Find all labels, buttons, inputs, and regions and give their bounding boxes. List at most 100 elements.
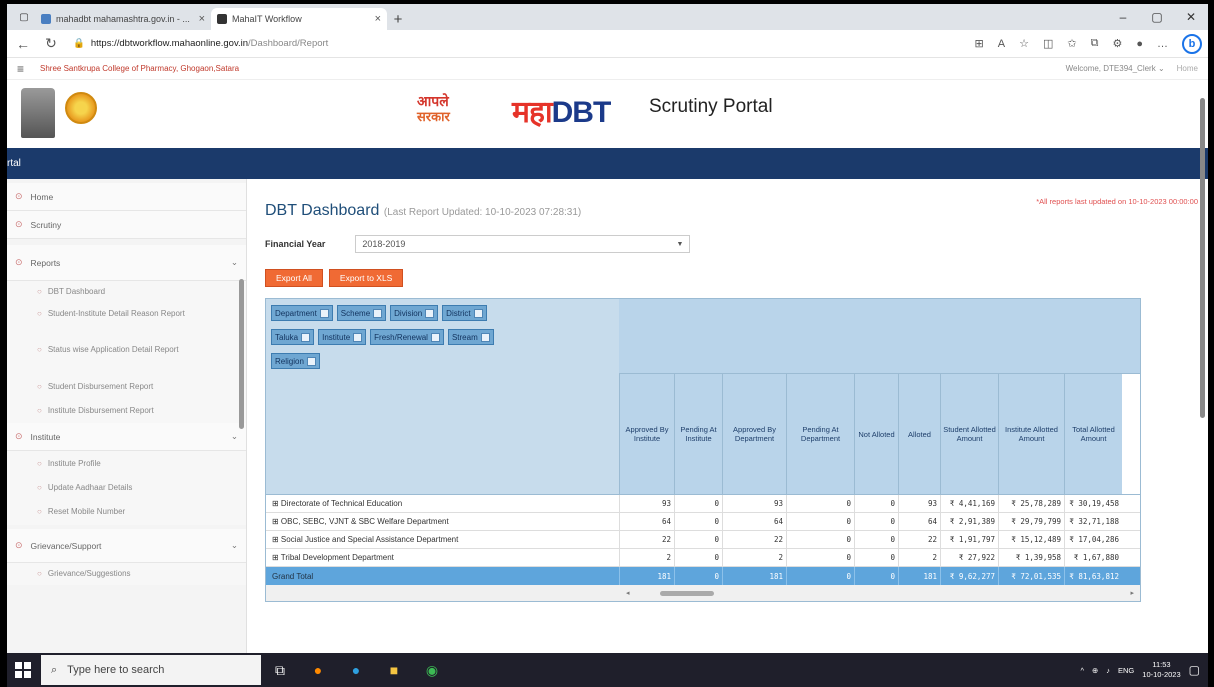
show-hidden-icons[interactable]: ^ — [1080, 666, 1084, 675]
split-screen-icon[interactable]: ◫ — [1043, 37, 1053, 50]
pivot-column-header-cell[interactable]: Not Alloted — [854, 374, 898, 494]
hamburger-menu-icon[interactable]: ≡ — [17, 62, 24, 76]
pivot-field-chip[interactable]: Department — [271, 305, 333, 321]
filter-icon[interactable] — [430, 332, 440, 342]
portal-nav-bar: rtal — [7, 148, 1208, 179]
table-cell: ₹ 17,04,286 — [1064, 531, 1122, 548]
close-tab-icon[interactable]: × — [199, 13, 205, 25]
pivot-field-chip[interactable]: Scheme — [336, 305, 387, 321]
table-cell: 64 — [619, 513, 674, 530]
export-xls-button[interactable]: Export to XLS — [328, 269, 404, 287]
address-bar[interactable]: 🔒 https://dbtworkflow.mahaonline.gov.in /… — [69, 33, 849, 55]
sidebar-item-student-disbursement[interactable]: ○ Student Disbursement Report — [7, 375, 246, 399]
pivot-column-header-cell[interactable]: Approved By Institute — [619, 374, 674, 494]
sidebar-item-home[interactable]: ⊙ Home — [7, 183, 246, 211]
more-menu-icon[interactable]: … — [1157, 38, 1168, 50]
table-cell: ₹ 72,01,535 — [998, 567, 1064, 585]
sidebar-item-grievance-suggestions[interactable]: ○ Grievance/Suggestions — [7, 563, 246, 585]
table-cell: 93 — [619, 495, 674, 512]
filter-icon[interactable] — [425, 308, 435, 318]
pivot-field-chip[interactable]: Division — [390, 305, 439, 321]
tab-mahadbt[interactable]: mahadbt mahamashtra.gov.in - ... × — [35, 8, 211, 30]
financial-year-label: Financial Year — [265, 239, 326, 249]
sidebar-group-grievance[interactable]: ⊙ Grievance/Support ⌄ — [7, 529, 246, 563]
pivot-column-header-cell[interactable]: Student Allotted Amount — [940, 374, 998, 494]
financial-year-select[interactable]: 2018-2019 ▼ — [355, 235, 691, 253]
collections-icon[interactable]: ⧉ — [1091, 37, 1099, 50]
page-scrollbar[interactable] — [1196, 86, 1208, 653]
close-window-button[interactable]: ✕ — [1174, 4, 1208, 30]
sidebar-scrollbar[interactable] — [239, 279, 244, 429]
pivot-field-chip[interactable]: Religion — [271, 353, 320, 369]
sidebar-item-student-institute-report[interactable]: ○ Student-Institute Detail Reason Report — [7, 303, 246, 339]
task-view-icon[interactable]: ⧉ — [261, 655, 299, 685]
home-link[interactable]: Home — [1177, 64, 1198, 73]
row-label[interactable]: ⊞ Directorate of Technical Education — [266, 495, 619, 512]
grid-icon[interactable]: ⊞ — [975, 37, 984, 50]
sidebar-item-institute-disbursement[interactable]: ○ Institute Disbursement Report — [7, 399, 246, 423]
close-tab-icon[interactable]: × — [375, 13, 381, 25]
favorite-star-icon[interactable]: ☆ — [1019, 37, 1029, 50]
filter-icon[interactable] — [480, 332, 490, 342]
pivot-column-header-cell[interactable]: Total Allotted Amount — [1064, 374, 1122, 494]
tab-workflow[interactable]: MahaIT Workflow × — [211, 8, 387, 30]
sidebar-item-status-report[interactable]: ○ Status wise Application Detail Report — [7, 339, 246, 375]
network-icon[interactable]: ⊕ — [1092, 666, 1098, 675]
chevron-down-icon: ⌄ — [230, 540, 238, 550]
horizontal-scrollbar[interactable]: ◂ ▸ — [266, 585, 1140, 601]
language-indicator[interactable]: ENG — [1118, 666, 1134, 675]
pivot-field-chip[interactable]: District — [442, 305, 487, 321]
sidebar-group-institute[interactable]: ⊙ Institute ⌄ — [7, 423, 246, 451]
start-button[interactable] — [15, 662, 31, 678]
taskbar-search[interactable]: ⌕ Type here to search — [41, 655, 261, 685]
refresh-icon[interactable]: ↻ — [41, 35, 61, 52]
pivot-field-chip[interactable]: Fresh/Renewal — [370, 329, 444, 345]
pivot-column-header-cell[interactable]: Pending At Institute — [674, 374, 722, 494]
pivot-column-header-cell[interactable]: Alloted — [898, 374, 940, 494]
filter-icon[interactable] — [319, 308, 329, 318]
pivot-column-header-cell[interactable]: Approved By Department — [722, 374, 786, 494]
sidebar-item-dbt-dashboard[interactable]: ○ DBT Dashboard — [7, 281, 246, 303]
sidebar-item-update-aadhaar[interactable]: ○ Update Aadhaar Details — [7, 475, 246, 499]
clock[interactable]: 11:53 10-10-2023 — [1142, 660, 1180, 680]
filter-icon[interactable] — [473, 308, 483, 318]
table-cell: 22 — [898, 531, 940, 548]
filter-icon[interactable] — [306, 356, 316, 366]
favorites-icon[interactable]: ✩ — [1067, 37, 1076, 50]
row-label[interactable]: ⊞ Social Justice and Special Assistance … — [266, 531, 619, 548]
extension-icon[interactable]: ⚙ — [1112, 37, 1122, 50]
pivot-column-header-cell[interactable]: Pending At Department — [786, 374, 854, 494]
row-label[interactable]: ⊞ Tribal Development Department — [266, 549, 619, 566]
sidebar-item-institute-profile[interactable]: ○ Institute Profile — [7, 451, 246, 475]
chrome-icon[interactable]: ◉ — [413, 655, 451, 685]
tab-actions-icon[interactable]: ▢ — [13, 4, 35, 30]
edge-icon[interactable]: ● — [337, 655, 375, 685]
table-cell: 2 — [898, 549, 940, 566]
notifications-icon[interactable]: ▢ — [1189, 663, 1200, 677]
pivot-field-chip[interactable]: Stream — [447, 329, 494, 345]
export-all-button[interactable]: Export All — [265, 269, 323, 287]
bullet-icon: ⊙ — [15, 191, 23, 201]
sidebar-item-scrutiny[interactable]: ⊙ Scrutiny — [7, 211, 246, 239]
pivot-column-header-cell[interactable]: Institute Allotted Amount — [998, 374, 1064, 494]
welcome-user-menu[interactable]: Welcome, DTE394_Clerk ⌄ — [1066, 64, 1165, 73]
filter-icon[interactable] — [301, 332, 311, 342]
minimize-button[interactable]: – — [1106, 4, 1140, 30]
sidebar-group-reports[interactable]: ⊙ Reports ⌄ — [7, 245, 246, 281]
sidebar-item-reset-mobile[interactable]: ○ Reset Mobile Number — [7, 499, 246, 525]
profile-avatar[interactable]: ● — [1136, 38, 1143, 50]
firefox-icon[interactable]: ● — [299, 655, 337, 685]
new-tab-button[interactable]: + — [387, 8, 409, 30]
volume-icon[interactable]: ♪ — [1106, 666, 1110, 675]
bing-icon[interactable]: b — [1182, 33, 1202, 54]
pivot-field-chip[interactable]: Taluka — [271, 329, 315, 345]
back-icon[interactable]: ← — [13, 36, 33, 52]
maximize-button[interactable]: ▢ — [1140, 4, 1174, 30]
pivot-field-chip[interactable]: Institute — [318, 329, 367, 345]
header-banner: आपले सरकार महाDBT Scrutiny Portal — [7, 80, 1208, 148]
read-aloud-icon[interactable]: A — [998, 38, 1005, 50]
file-explorer-icon[interactable]: ■ — [375, 655, 413, 685]
filter-icon[interactable] — [373, 308, 383, 318]
row-label[interactable]: ⊞ OBC, SEBC, VJNT & SBC Welfare Departme… — [266, 513, 619, 530]
filter-icon[interactable] — [353, 332, 363, 342]
